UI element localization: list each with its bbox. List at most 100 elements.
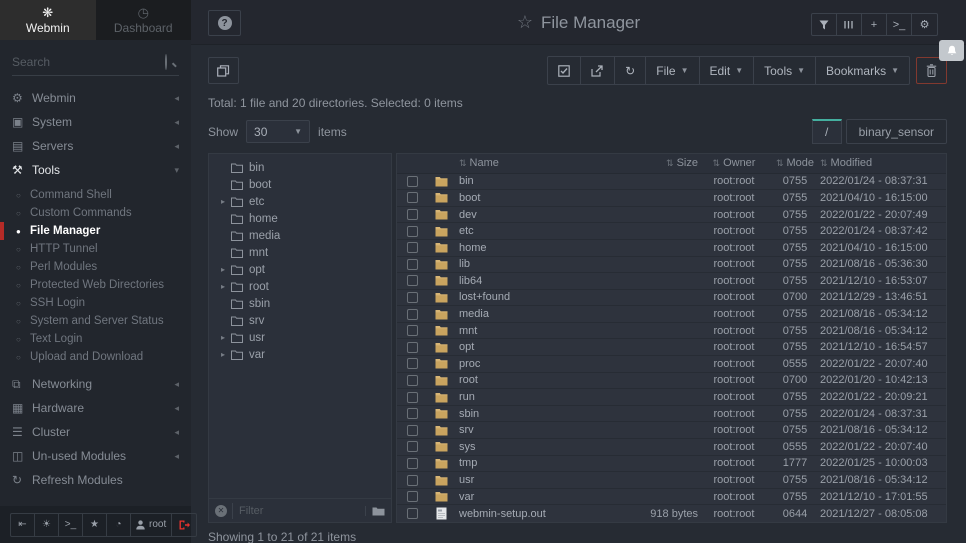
file-name[interactable]: opt	[455, 341, 612, 353]
sidebar-item-command-shell[interactable]: ○ Command Shell	[0, 186, 191, 204]
table-row[interactable]: mnt root:root 0755 2021/08/16 - 05:34:12	[397, 323, 946, 340]
tab-dashboard[interactable]: ◷ Dashboard	[96, 0, 192, 40]
table-row[interactable]: root root:root 0700 2022/01/20 - 10:42:1…	[397, 373, 946, 390]
sidebar-item-ssh-login[interactable]: ○ SSH Login	[0, 294, 191, 312]
row-checkbox[interactable]	[407, 192, 418, 203]
table-row[interactable]: dev root:root 0755 2022/01/22 - 20:07:49	[397, 207, 946, 224]
table-row[interactable]: tmp root:root 1777 2022/01/25 - 10:00:03	[397, 456, 946, 473]
terminal-icon[interactable]: >_	[887, 14, 912, 35]
tree-item-usr[interactable]: ▸ usr	[209, 329, 391, 346]
theme-sun-icon[interactable]: ☀	[35, 514, 59, 536]
expand-caret-icon[interactable]: ▸	[217, 265, 229, 274]
terminal-icon[interactable]: >_	[59, 514, 83, 536]
table-row[interactable]: run root:root 0755 2022/01/22 - 20:09:21	[397, 389, 946, 406]
tree-item-bin[interactable]: bin	[209, 159, 391, 176]
table-row[interactable]: boot root:root 0755 2021/04/10 - 16:15:0…	[397, 190, 946, 207]
filter-icon[interactable]	[812, 14, 837, 35]
breadcrumb-root-button[interactable]: /	[812, 119, 842, 144]
tree-item-sbin[interactable]: sbin	[209, 295, 391, 312]
refresh-button[interactable]: ↻	[615, 57, 646, 84]
settings-gear-icon[interactable]: ⚙	[912, 14, 937, 35]
table-row[interactable]: webmin-setup.out 918 bytes root:root 064…	[397, 505, 946, 522]
file-name[interactable]: proc	[455, 358, 612, 370]
column-header-name[interactable]: Name	[470, 157, 499, 169]
sidebar-section-networking[interactable]: ⧉ Networking ◂	[0, 372, 191, 396]
row-checkbox[interactable]	[407, 408, 418, 419]
clear-filter-icon[interactable]: ✕	[215, 505, 227, 517]
file-name[interactable]: etc	[455, 225, 612, 237]
logout-icon[interactable]	[172, 514, 196, 536]
sort-icon[interactable]: ⇅	[666, 158, 674, 169]
sidebar-section-un-used-modules[interactable]: ◫ Un-used Modules ◂	[0, 444, 191, 468]
user-account-button[interactable]: root	[131, 514, 172, 536]
table-row[interactable]: srv root:root 0755 2021/08/16 - 05:34:12	[397, 422, 946, 439]
row-checkbox[interactable]	[407, 209, 418, 220]
bookmarks-menu-button[interactable]: Bookmarks ▼	[816, 57, 909, 84]
tools-menu-button[interactable]: Tools ▼	[754, 57, 816, 84]
table-row[interactable]: proc root:root 0555 2022/01/22 - 20:07:4…	[397, 356, 946, 373]
sidebar-section-servers[interactable]: ▤ Servers ◂	[0, 134, 191, 158]
page-size-select[interactable]: 30 ▼	[246, 120, 310, 143]
row-checkbox[interactable]	[407, 475, 418, 486]
file-name[interactable]: dev	[455, 209, 612, 221]
folder-icon[interactable]	[365, 506, 385, 516]
add-icon[interactable]: +	[862, 14, 887, 35]
file-name[interactable]: lost+found	[455, 291, 612, 303]
row-checkbox[interactable]	[407, 491, 418, 502]
sidebar-section-cluster[interactable]: ☰ Cluster ◂	[0, 420, 191, 444]
trash-button[interactable]	[916, 57, 947, 84]
sidebar-item-perl-modules[interactable]: ○ Perl Modules	[0, 258, 191, 276]
sidebar-item-system-and-server-status[interactable]: ○ System and Server Status	[0, 312, 191, 330]
file-name[interactable]: bin	[455, 175, 612, 187]
file-name[interactable]: run	[455, 391, 612, 403]
tree-item-root[interactable]: ▸ root	[209, 278, 391, 295]
column-header-owner[interactable]: Owner	[723, 157, 755, 169]
table-row[interactable]: sys root:root 0555 2022/01/22 - 20:07:40	[397, 439, 946, 456]
sidebar-item-text-login[interactable]: ○ Text Login	[0, 330, 191, 348]
sort-icon[interactable]: ⇅	[459, 158, 467, 169]
column-header-mode[interactable]: Mode	[787, 157, 815, 169]
table-row[interactable]: home root:root 0755 2021/04/10 - 16:15:0…	[397, 240, 946, 257]
tab-webmin[interactable]: ❋ Webmin	[0, 0, 96, 40]
file-name[interactable]: sys	[455, 441, 612, 453]
sort-icon[interactable]: ⇅	[776, 158, 784, 169]
expand-caret-icon[interactable]: ▸	[217, 282, 229, 291]
sidebar-item-http-tunnel[interactable]: ○ HTTP Tunnel	[0, 240, 191, 258]
row-checkbox[interactable]	[407, 392, 418, 403]
expand-caret-icon[interactable]: ▸	[217, 197, 229, 206]
sort-icon[interactable]: ⇅	[820, 158, 828, 169]
file-name[interactable]: lib	[455, 258, 612, 270]
file-name[interactable]: media	[455, 308, 612, 320]
table-row[interactable]: sbin root:root 0755 2022/01/24 - 08:37:3…	[397, 406, 946, 423]
sidebar-item-file-manager[interactable]: ● File Manager	[0, 222, 191, 240]
edit-menu-button[interactable]: Edit ▼	[700, 57, 755, 84]
share-button[interactable]	[581, 57, 615, 84]
row-checkbox[interactable]	[407, 275, 418, 286]
favorites-star-icon[interactable]: ★	[83, 514, 107, 536]
row-checkbox[interactable]	[407, 508, 418, 519]
file-name[interactable]: boot	[455, 192, 612, 204]
file-menu-button[interactable]: File ▼	[646, 57, 699, 84]
copy-button[interactable]	[208, 57, 239, 84]
row-checkbox[interactable]	[407, 342, 418, 353]
row-checkbox[interactable]	[407, 375, 418, 386]
expand-caret-icon[interactable]: ▸	[217, 350, 229, 359]
collapse-sidebar-icon[interactable]: ⇤	[11, 514, 35, 536]
file-name[interactable]: webmin-setup.out	[455, 508, 612, 520]
table-row[interactable]: bin root:root 0755 2022/01/24 - 08:37:31	[397, 174, 946, 191]
tree-item-media[interactable]: media	[209, 227, 391, 244]
tree-item-etc[interactable]: ▸ etc	[209, 193, 391, 210]
language-icon[interactable]: ◔	[107, 514, 131, 536]
row-checkbox[interactable]	[407, 458, 418, 469]
file-name[interactable]: tmp	[455, 457, 612, 469]
row-checkbox[interactable]	[407, 425, 418, 436]
row-checkbox[interactable]	[407, 242, 418, 253]
star-icon[interactable]: ☆	[517, 12, 533, 33]
sidebar-item-custom-commands[interactable]: ○ Custom Commands	[0, 204, 191, 222]
column-header-modified[interactable]: Modified	[831, 157, 873, 169]
file-name[interactable]: lib64	[455, 275, 612, 287]
tree-item-boot[interactable]: boot	[209, 176, 391, 193]
table-row[interactable]: var root:root 0755 2021/12/10 - 17:01:55	[397, 489, 946, 506]
row-checkbox[interactable]	[407, 309, 418, 320]
table-row[interactable]: lib root:root 0755 2021/08/16 - 05:36:30	[397, 257, 946, 274]
